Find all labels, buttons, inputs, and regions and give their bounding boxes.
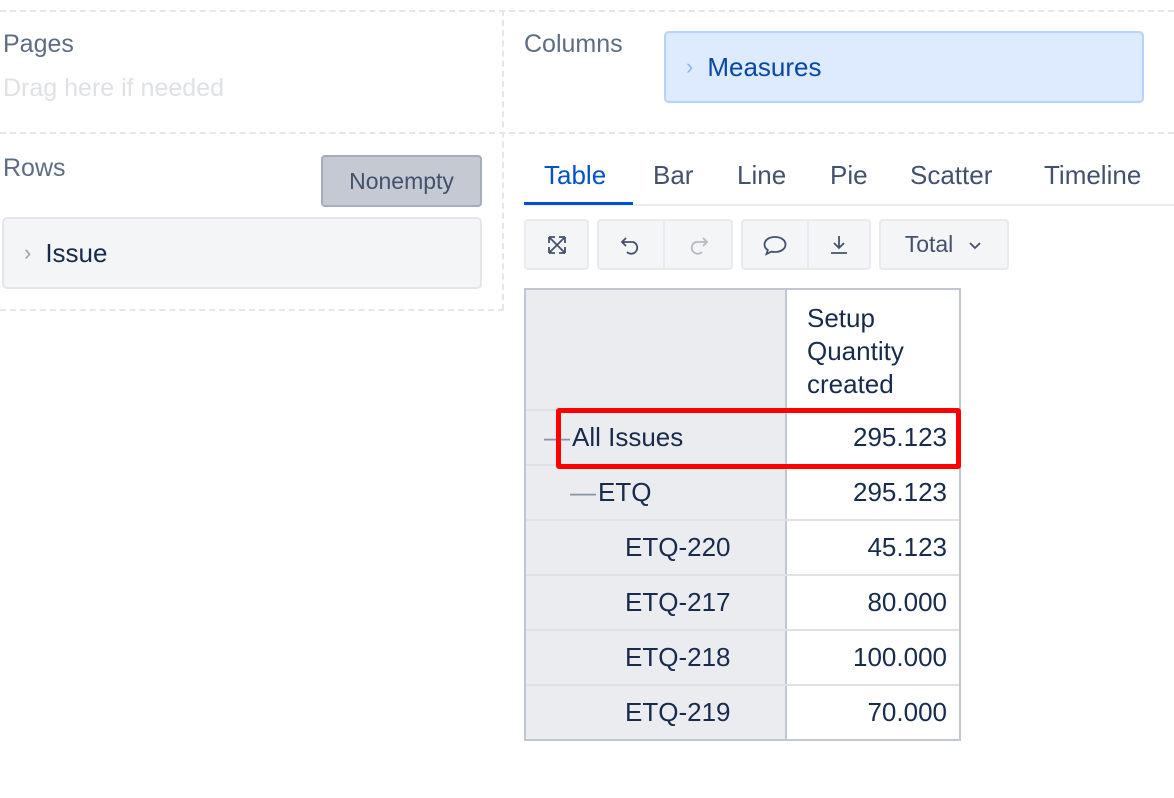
row-header-cell[interactable]: — ETQ (526, 466, 787, 519)
measure-header-line: Setup (807, 303, 875, 333)
issue-label: Issue (45, 237, 108, 268)
fullscreen-button[interactable] (524, 219, 589, 270)
chevron-down-icon (969, 241, 981, 249)
corner-cell (526, 290, 787, 409)
pages-title: Pages (3, 30, 74, 58)
row-header-cell[interactable]: ETQ-217 (526, 576, 787, 629)
value-cell: 100.000 (853, 642, 947, 672)
table-row: ETQ-219 70.000 (526, 684, 959, 739)
measures-label: Measures (707, 51, 822, 82)
value-cell: 80.000 (867, 587, 947, 617)
row-label: ETQ-219 (625, 697, 731, 727)
redo-button[interactable] (663, 219, 733, 270)
tab-pie[interactable]: Pie (830, 160, 868, 191)
undo-icon (620, 236, 639, 255)
rows-title: Rows (3, 154, 66, 182)
view-tabs: Table Bar Line Pie Scatter Timeline (524, 150, 1174, 206)
row-header-cell[interactable]: ETQ-218 (526, 631, 787, 684)
download-icon (831, 235, 847, 254)
table-row: — All Issues 295.123 (526, 409, 959, 464)
total-label: Total (904, 231, 954, 257)
row-label: ETQ (598, 477, 652, 507)
measure-header-cell[interactable]: Setup Quantity created (787, 290, 959, 409)
value-cell: 295.123 (853, 422, 947, 452)
pages-drop-hint[interactable]: Drag here if needed (3, 74, 224, 103)
row-header-cell[interactable]: ETQ-220 (526, 521, 787, 574)
undo-button[interactable] (597, 219, 665, 270)
table-row: ETQ-217 80.000 (526, 574, 959, 629)
tab-timeline[interactable]: Timeline (1044, 160, 1141, 191)
zone-border (0, 309, 504, 311)
expand-icon (547, 235, 566, 254)
tab-line[interactable]: Line (737, 160, 786, 191)
chevron-right-icon[interactable]: › (24, 240, 31, 266)
collapse-icon[interactable]: — (570, 477, 596, 508)
value-cell: 70.000 (867, 697, 947, 727)
tab-bar[interactable]: Bar (653, 160, 693, 191)
redo-icon (690, 236, 709, 255)
table-header-row: Setup Quantity created (526, 290, 959, 409)
collapse-icon[interactable]: — (544, 422, 570, 453)
zone-border (0, 10, 1174, 12)
issue-dimension-chip[interactable]: › Issue (2, 217, 482, 289)
zone-border (0, 132, 1174, 134)
row-label: All Issues (572, 422, 684, 452)
table-row: ETQ-220 45.123 (526, 519, 959, 574)
row-label: ETQ-217 (625, 587, 731, 617)
table-row: ETQ-218 100.000 (526, 629, 959, 684)
report-editor: Pages Drag here if needed Columns › Meas… (0, 0, 1174, 798)
export-button[interactable] (807, 219, 871, 270)
nonempty-button[interactable]: Nonempty (321, 155, 482, 207)
total-dropdown[interactable]: Total (879, 219, 1009, 270)
measures-dimension-chip[interactable]: › Measures (664, 31, 1144, 103)
pivot-table: Setup Quantity created — All Issues 295.… (524, 288, 961, 741)
measure-header-line: Quantity (807, 336, 904, 366)
chevron-right-icon[interactable]: › (686, 54, 693, 80)
value-cell: 295.123 (853, 477, 947, 507)
measure-header-line: created (807, 369, 894, 399)
row-label: ETQ-220 (625, 532, 731, 562)
value-cell: 45.123 (867, 532, 947, 562)
table-row: — ETQ 295.123 (526, 464, 959, 519)
tab-table[interactable]: Table (544, 160, 606, 191)
row-label: ETQ-218 (625, 642, 731, 672)
row-header-cell[interactable]: ETQ-219 (526, 686, 787, 739)
columns-title: Columns (524, 30, 623, 58)
tab-scatter[interactable]: Scatter (910, 160, 992, 191)
row-header-cell[interactable]: — All Issues (526, 411, 787, 464)
zone-border (502, 10, 504, 310)
active-tab-indicator (524, 202, 633, 205)
comment-button[interactable] (741, 219, 809, 270)
comment-icon (763, 235, 787, 256)
